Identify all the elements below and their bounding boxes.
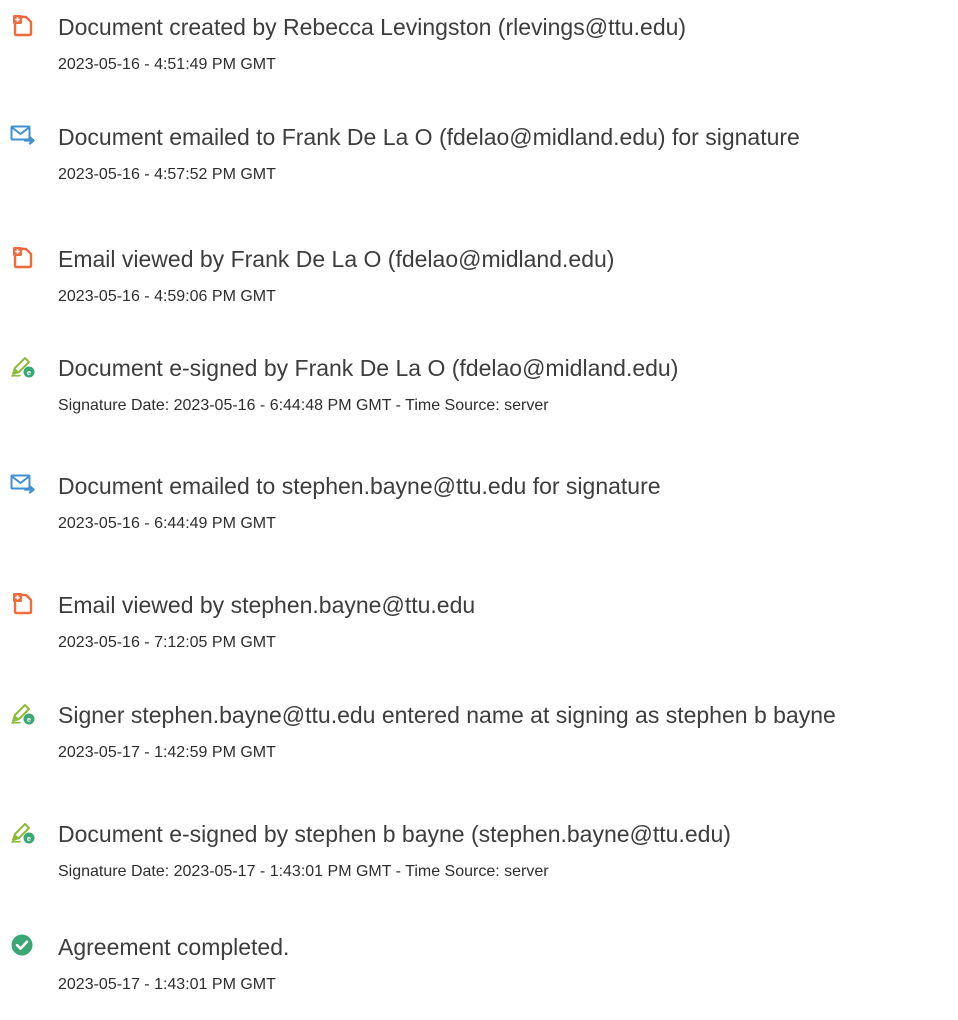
event-timestamp: 2023-05-16 - 4:57:52 PM GMT <box>58 166 276 183</box>
event-timestamp: 2023-05-16 - 4:51:49 PM GMT <box>58 56 276 73</box>
event-timestamp: 2023-05-16 - 4:59:06 PM GMT <box>58 288 276 305</box>
event-timestamp: 2023-05-17 - 1:43:01 PM GMT <box>58 976 276 993</box>
audit-event: Email viewed by stephen.bayne@ttu.edu 20… <box>0 578 958 678</box>
event-timestamp: 2023-05-17 - 1:42:59 PM GMT <box>58 744 276 761</box>
event-title: Signer stephen.bayne@ttu.edu entered nam… <box>58 702 836 728</box>
event-title: Agreement completed. <box>58 934 290 960</box>
event-title: Document e-signed by Frank De La O (fdel… <box>58 355 679 381</box>
event-title: Document emailed to stephen.bayne@ttu.ed… <box>58 473 661 499</box>
esign-pen-icon: e <box>10 353 36 379</box>
audit-event: Document emailed to stephen.bayne@ttu.ed… <box>0 459 958 559</box>
document-created-icon <box>10 12 36 38</box>
audit-event: e Signer stephen.bayne@ttu.edu entered n… <box>0 688 958 788</box>
event-timestamp: Signature Date: 2023-05-17 - 1:43:01 PM … <box>58 863 549 880</box>
event-timestamp: Signature Date: 2023-05-16 - 6:44:48 PM … <box>58 397 549 414</box>
event-title: Email viewed by stephen.bayne@ttu.edu <box>58 592 476 618</box>
esign-pen-icon: e <box>10 700 36 726</box>
event-title: Document created by Rebecca Levingston (… <box>58 14 687 40</box>
event-title: Document emailed to Frank De La O (fdela… <box>58 124 800 150</box>
audit-event: e Document e-signed by stephen b bayne (… <box>0 807 958 907</box>
audit-event: Document created by Rebecca Levingston (… <box>0 0 958 100</box>
svg-text:e: e <box>27 715 31 724</box>
email-sent-icon <box>10 471 36 497</box>
audit-event: Document emailed to Frank De La O (fdela… <box>0 110 958 210</box>
document-viewed-icon <box>10 590 36 616</box>
event-timestamp: 2023-05-16 - 7:12:05 PM GMT <box>58 634 276 651</box>
event-timestamp: 2023-05-16 - 6:44:49 PM GMT <box>58 515 276 532</box>
document-viewed-icon <box>10 244 36 270</box>
esign-pen-icon: e <box>10 819 36 845</box>
svg-text:e: e <box>27 834 31 843</box>
audit-event: Agreement completed. 2023-05-17 - 1:43:0… <box>0 920 958 1020</box>
audit-event: e Document e-signed by Frank De La O (fd… <box>0 341 958 441</box>
email-sent-icon <box>10 122 36 148</box>
audit-event: Email viewed by Frank De La O (fdelao@mi… <box>0 232 958 332</box>
completed-check-icon <box>10 932 36 958</box>
event-title: Email viewed by Frank De La O (fdelao@mi… <box>58 246 615 272</box>
svg-text:e: e <box>27 368 31 377</box>
event-title: Document e-signed by stephen b bayne (st… <box>58 821 731 847</box>
